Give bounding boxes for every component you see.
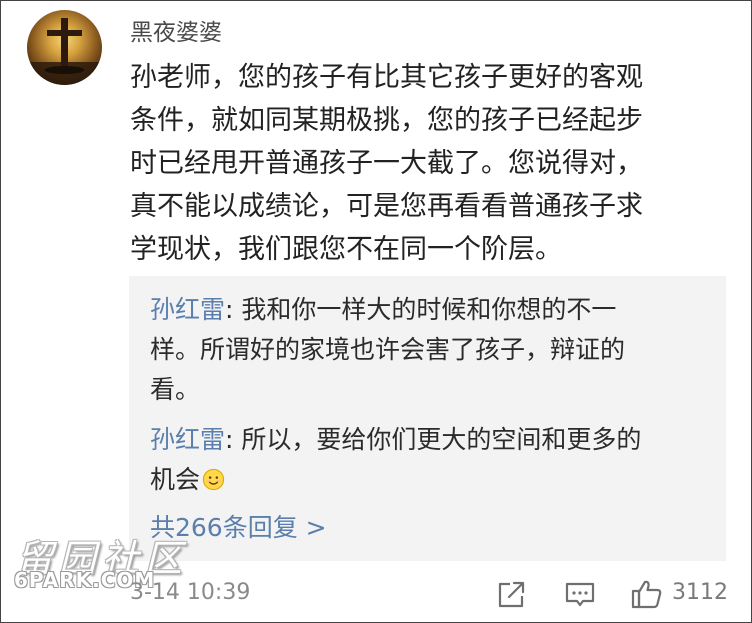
reply-author[interactable]: 孙红雷	[150, 295, 225, 324]
reply-line: 样。所谓好的家境也许会害了孩子，辩证的	[150, 335, 626, 364]
reply-author[interactable]: 孙红雷	[150, 425, 225, 454]
reply-line: 机会	[150, 460, 641, 500]
comment-text: 孙老师，您的孩子有比其它孩子更好的客观 条件，就如同某期极挑，您的孩子已经起步 …	[130, 56, 730, 271]
comment-text-line: 时已经甩开普通孩子一大截了。您说得对，	[130, 148, 643, 179]
reply-item[interactable]: 孙红雷: 我和你一样大的时候和你想的不一 样。所谓好的家境也许会害了孩子，辩证的…	[150, 290, 625, 410]
share-icon[interactable]	[496, 578, 526, 610]
reply-line: 孙红雷: 我和你一样大的时候和你想的不一	[150, 290, 625, 330]
smile-emoji-icon	[202, 468, 225, 491]
user-avatar[interactable]	[27, 10, 102, 85]
comment-text-line: 孙老师，您的孩子有比其它孩子更好的客观	[130, 62, 643, 93]
comment-text-line: 学现状，我们跟您不在同一个阶层。	[130, 234, 562, 265]
reply-separator: :	[225, 295, 242, 324]
reply-text: 所以，要给你们更大的空间和更多的	[241, 425, 642, 454]
comment-timestamp: 3-14 10:39	[130, 580, 251, 605]
comment-text-line: 真不能以成绩论，可是您再看看普通孩子求	[130, 191, 643, 222]
replies-panel: 孙红雷: 我和你一样大的时候和你想的不一 样。所谓好的家境也许会害了孩子，辩证的…	[129, 276, 726, 561]
avatar-cross-icon	[27, 18, 102, 85]
reply-text: 机会	[150, 465, 201, 494]
reply-text: 我和你一样大的时候和你想的不一	[241, 295, 617, 324]
reply-item[interactable]: 孙红雷: 所以，要给你们更大的空间和更多的 机会	[150, 420, 641, 500]
reply-separator: :	[225, 425, 242, 454]
comment-username[interactable]: 黑夜婆婆	[130, 13, 222, 47]
like-count: 3112	[672, 580, 728, 605]
thumbs-up-icon[interactable]	[630, 578, 664, 610]
comment-icon[interactable]	[564, 578, 596, 610]
comment-text-line: 条件，就如同某期极挑，您的孩子已经起步	[130, 105, 643, 136]
reply-line: 孙红雷: 所以，要给你们更大的空间和更多的	[150, 420, 641, 460]
reply-line: 看。	[150, 375, 201, 404]
